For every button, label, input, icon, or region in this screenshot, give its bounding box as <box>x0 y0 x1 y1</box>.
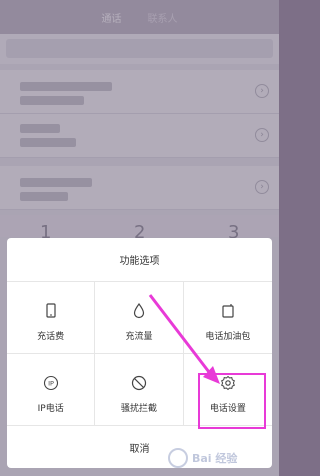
option-label: IP电话 <box>37 404 64 414</box>
battery-pack-icon <box>219 302 237 320</box>
highlight-annotation-box <box>198 373 266 429</box>
option-ip-call[interactable]: IP IP电话 <box>7 354 96 426</box>
watermark: Bai 经验 <box>168 444 276 472</box>
option-label: 骚扰拦截 <box>120 404 157 414</box>
sheet-title: 功能选项 <box>7 238 272 282</box>
baidu-paw-icon <box>168 448 188 468</box>
droplet-icon <box>130 302 148 320</box>
ip-icon: IP <box>42 374 60 392</box>
option-label: 电话加油包 <box>205 332 251 342</box>
option-label: 充话费 <box>37 332 65 342</box>
option-harassment-block[interactable]: 骚扰拦截 <box>95 354 184 426</box>
svg-text:IP: IP <box>48 380 54 388</box>
option-label: 充流量 <box>125 332 153 342</box>
phone-bill-icon <box>42 302 60 320</box>
watermark-text: Bai 经验 <box>192 452 238 465</box>
block-icon <box>130 374 148 392</box>
option-phone-bill[interactable]: 充话费 <box>7 282 96 354</box>
option-data-topup[interactable]: 充流量 <box>95 282 184 354</box>
option-call-pack[interactable]: 电话加油包 <box>183 282 272 354</box>
function-options-sheet: 功能选项 充话费 充流量 电话加油包 IP IP电话 骚扰拦截 电话设置 取消 <box>7 238 272 468</box>
